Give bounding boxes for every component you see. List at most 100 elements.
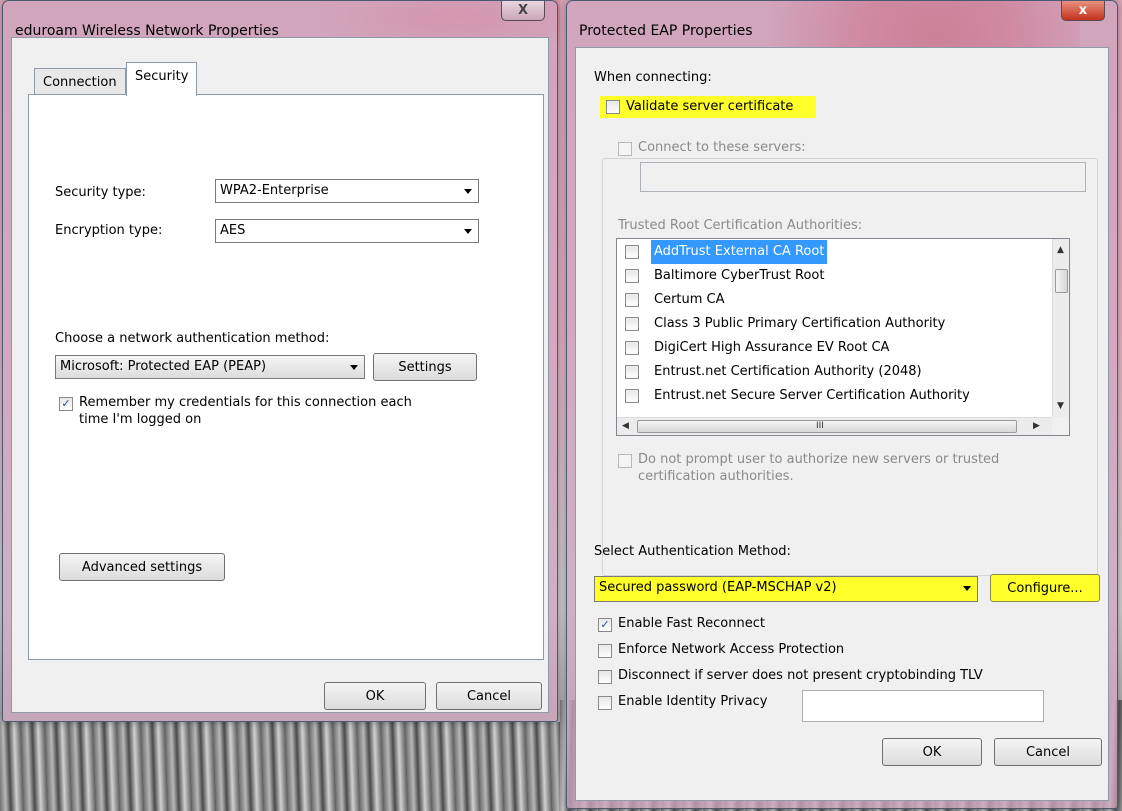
close-icon: x [1078, 3, 1088, 18]
do-not-prompt-label-line2: certification authorities. [638, 469, 794, 484]
validate-server-checkbox[interactable] [606, 100, 620, 114]
wireless-properties-dialog: eduroam Wireless Network Properties X Co… [2, 0, 558, 722]
remember-credentials-label-line2: time I'm logged on [79, 412, 202, 427]
connect-to-servers-checkbox[interactable] [618, 142, 632, 156]
background-wood [0, 722, 560, 811]
ok-button-label: OK [922, 744, 942, 760]
trusted-roots-label: Trusted Root Certification Authorities: [618, 218, 863, 233]
checkmark-icon: ✓ [61, 397, 71, 410]
scroll-right-icon[interactable]: ▶ [1033, 421, 1040, 431]
cryptobinding-checkbox[interactable] [598, 670, 612, 684]
encryption-type-label: Encryption type: [55, 223, 163, 238]
cancel-button[interactable]: Cancel [436, 682, 542, 710]
select-auth-label: Select Authentication Method: [594, 544, 791, 559]
nap-checkbox[interactable] [598, 644, 612, 658]
horizontal-scrollbar[interactable]: ◀ III ▶ [617, 417, 1053, 435]
dialog-client-area: When connecting: Validate server certifi… [575, 47, 1109, 801]
root-name: Entrust.net Certification Authority (204… [654, 364, 922, 379]
cryptobinding-label: Disconnect if server does not present cr… [618, 668, 983, 683]
vertical-scrollbar[interactable]: ▲ ▼ [1052, 239, 1069, 419]
root-checkbox[interactable] [625, 293, 639, 307]
close-button[interactable]: X [501, 1, 545, 21]
trusted-roots-list[interactable]: AddTrust External CA Root Baltimore Cybe… [616, 238, 1070, 436]
validate-server-label: Validate server certificate [626, 99, 794, 114]
ok-button[interactable]: OK [324, 682, 426, 710]
root-name: AddTrust External CA Root [651, 240, 828, 264]
tab-connection[interactable]: Connection [34, 68, 126, 96]
peap-properties-dialog: Protected EAP Properties x When connecti… [566, 0, 1118, 809]
grip-mark: III [816, 421, 824, 431]
title-bar[interactable]: eduroam Wireless Network Properties X [3, 1, 557, 39]
tab-label: Connection [43, 75, 117, 90]
scroll-down-icon[interactable]: ▼ [1057, 401, 1064, 411]
root-checkbox[interactable] [625, 365, 639, 379]
settings-button[interactable]: Settings [373, 353, 477, 381]
cancel-button[interactable]: Cancel [994, 738, 1102, 766]
identity-privacy-input[interactable] [802, 690, 1044, 722]
fast-reconnect-label: Enable Fast Reconnect [618, 616, 765, 631]
when-connecting-label: When connecting: [594, 70, 712, 85]
list-item[interactable]: DigiCert High Assurance EV Root CA [617, 336, 1047, 360]
list-item[interactable]: Class 3 Public Primary Certification Aut… [617, 312, 1047, 336]
root-name: Class 3 Public Primary Certification Aut… [654, 316, 946, 331]
identity-privacy-checkbox[interactable] [598, 696, 612, 710]
dialog-client-area: Connection Security Security type: WPA2-… [11, 37, 549, 713]
root-checkbox[interactable] [625, 389, 639, 403]
scroll-left-icon[interactable]: ◀ [622, 421, 629, 431]
chevron-down-icon [464, 229, 472, 234]
auth-method-value: Microsoft: Protected EAP (PEAP) [60, 359, 267, 374]
identity-privacy-label: Enable Identity Privacy [618, 694, 768, 709]
dialog-title: Protected EAP Properties [579, 23, 753, 39]
close-icon: X [517, 3, 529, 18]
security-tab-panel: Security type: WPA2-Enterprise Encryptio… [28, 94, 544, 660]
close-button[interactable]: x [1061, 1, 1105, 21]
settings-button-label: Settings [398, 359, 452, 375]
nap-label: Enforce Network Access Protection [618, 642, 845, 657]
root-checkbox[interactable] [625, 317, 639, 331]
auth-method-select[interactable]: Microsoft: Protected EAP (PEAP) [55, 355, 365, 379]
security-type-value: WPA2-Enterprise [220, 183, 329, 198]
configure-button[interactable]: Configure... [990, 574, 1100, 602]
scroll-thumb[interactable] [1055, 269, 1068, 293]
security-type-select[interactable]: WPA2-Enterprise [215, 179, 479, 203]
scroll-thumb[interactable]: III [637, 420, 1017, 433]
encryption-type-value: AES [220, 223, 246, 238]
scroll-corner [1052, 417, 1069, 435]
checkmark-icon: ✓ [600, 618, 610, 631]
auth-method-value: Secured password (EAP-MSCHAP v2) [599, 580, 837, 595]
connect-to-servers-label: Connect to these servers: [638, 140, 806, 155]
servers-input[interactable] [640, 162, 1086, 192]
auth-method-select[interactable]: Secured password (EAP-MSCHAP v2) [594, 576, 978, 602]
cancel-button-label: Cancel [1025, 744, 1071, 760]
chevron-down-icon [350, 365, 358, 370]
remember-credentials-label: Remember my credentials for this connect… [79, 395, 412, 410]
list-item[interactable]: Certum CA [617, 288, 1047, 312]
chevron-down-icon [464, 189, 472, 194]
root-checkbox[interactable] [625, 269, 639, 283]
root-name: Entrust.net Secure Server Certification … [654, 388, 970, 403]
configure-button-label: Configure... [1007, 580, 1083, 596]
advanced-settings-label: Advanced settings [81, 559, 203, 575]
fast-reconnect-checkbox[interactable]: ✓ [598, 618, 612, 632]
root-name: DigiCert High Assurance EV Root CA [654, 340, 890, 355]
root-name: Baltimore CyberTrust Root [654, 268, 825, 283]
title-bar[interactable]: Protected EAP Properties x [567, 1, 1117, 39]
list-item[interactable]: Entrust.net Certification Authority (204… [617, 360, 1047, 384]
auth-method-label: Choose a network authentication method: [55, 331, 330, 346]
chevron-down-icon [963, 586, 971, 591]
tab-label: Security [135, 69, 189, 84]
list-item[interactable]: AddTrust External CA Root [617, 240, 1047, 264]
tab-security[interactable]: Security [126, 62, 198, 96]
security-type-label: Security type: [55, 185, 146, 200]
scroll-up-icon[interactable]: ▲ [1057, 245, 1064, 255]
do-not-prompt-label: Do not prompt user to authorize new serv… [638, 452, 1000, 467]
do-not-prompt-checkbox[interactable] [618, 454, 632, 468]
ok-button[interactable]: OK [882, 738, 982, 766]
root-checkbox[interactable] [625, 245, 639, 259]
list-item[interactable]: Baltimore CyberTrust Root [617, 264, 1047, 288]
list-item[interactable]: Entrust.net Secure Server Certification … [617, 384, 1047, 408]
advanced-settings-button[interactable]: Advanced settings [59, 553, 225, 581]
root-checkbox[interactable] [625, 341, 639, 355]
encryption-type-select[interactable]: AES [215, 219, 479, 243]
remember-credentials-checkbox[interactable]: ✓ [59, 397, 73, 411]
